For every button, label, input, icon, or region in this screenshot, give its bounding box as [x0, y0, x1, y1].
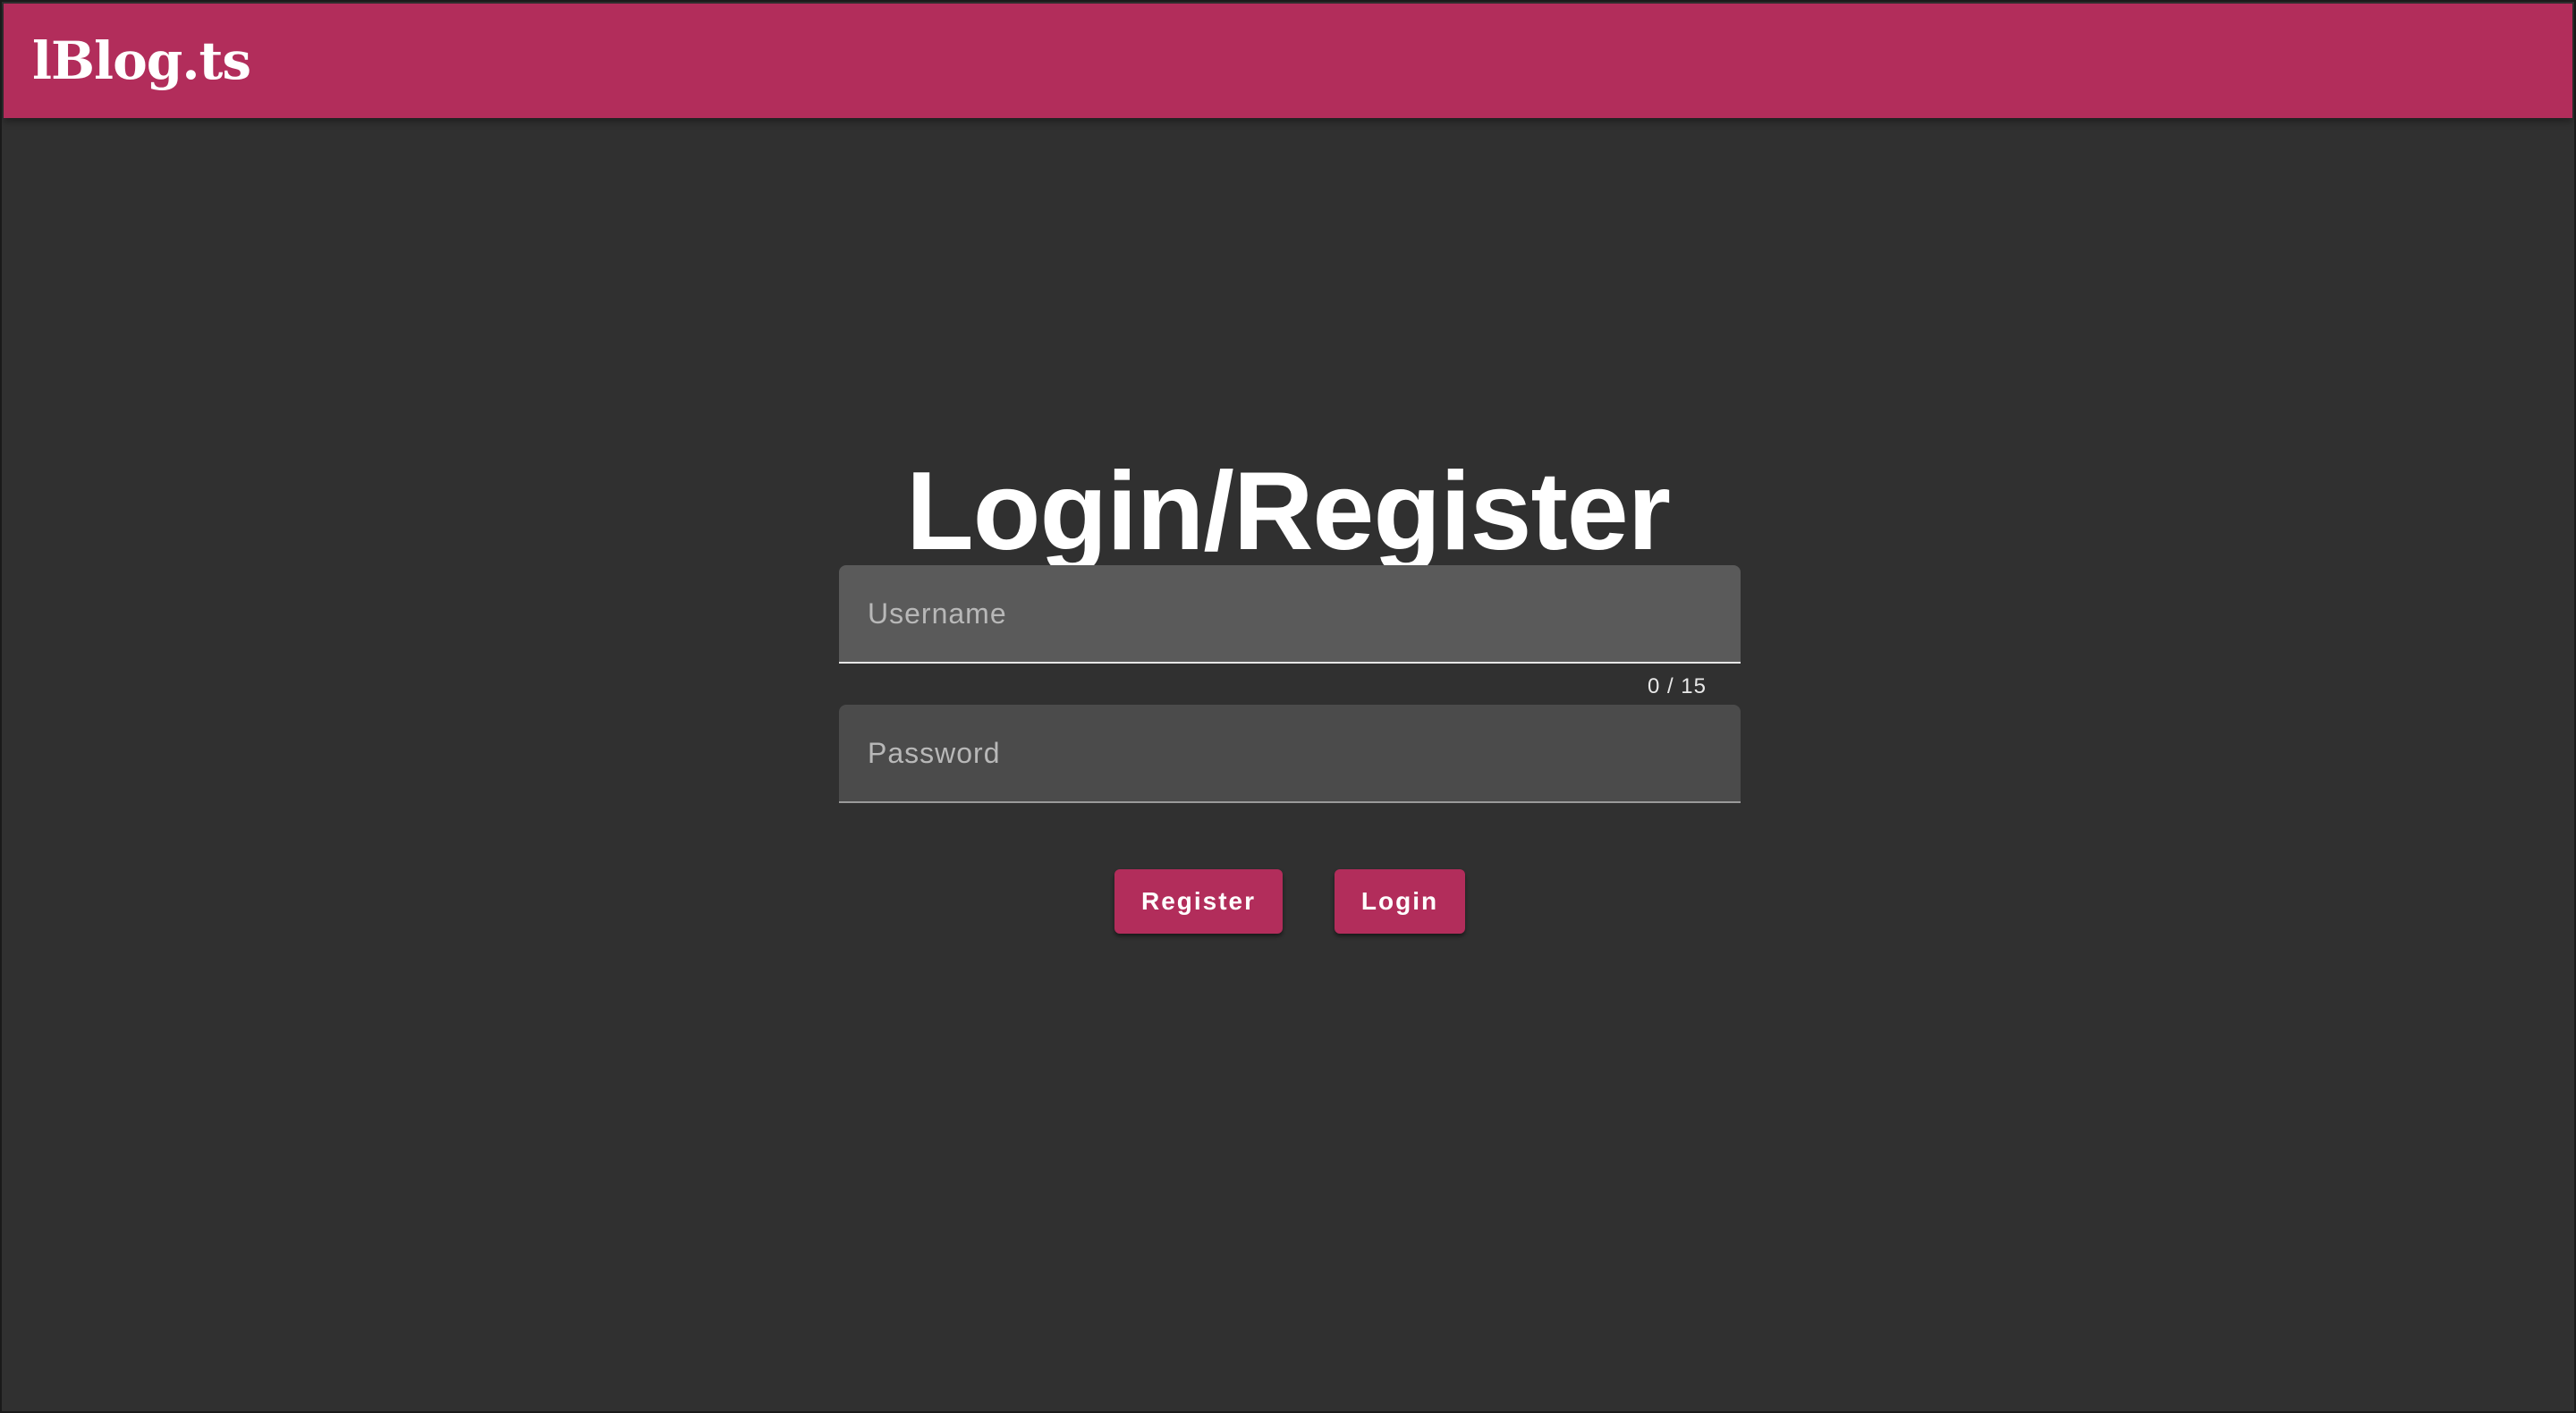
app-logo[interactable]: lBlog.ts: [32, 35, 251, 87]
username-field[interactable]: [839, 565, 1741, 664]
username-character-counter: 0 / 15: [1647, 674, 1707, 698]
page-title: Login/Register: [905, 450, 1671, 574]
password-input[interactable]: [839, 705, 1741, 801]
username-input[interactable]: [839, 565, 1741, 662]
top-app-bar: lBlog.ts: [4, 4, 2572, 118]
password-field[interactable]: [839, 705, 1741, 803]
register-button[interactable]: Register: [1114, 869, 1283, 934]
login-button[interactable]: Login: [1335, 869, 1465, 934]
app-window: lBlog.ts Login/Register 0 / 15 Register …: [0, 0, 2576, 1413]
action-buttons: Register Login: [2, 869, 2574, 934]
